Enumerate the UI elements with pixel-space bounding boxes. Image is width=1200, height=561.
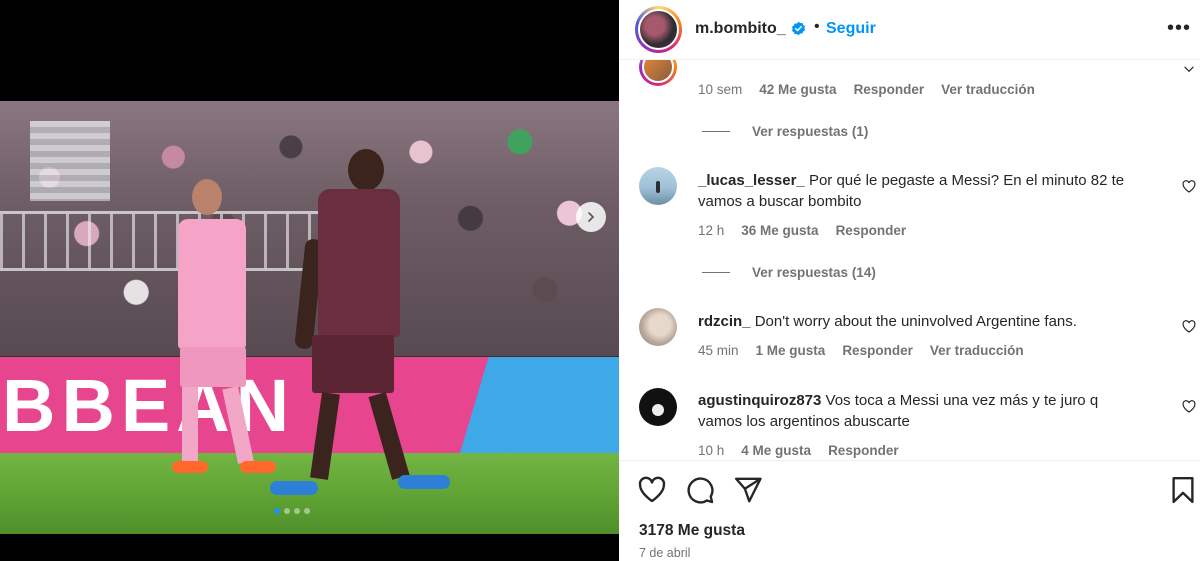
view-replies-button[interactable]: Ver respuestas (1)	[702, 124, 868, 139]
post-photo: BBEAN	[0, 101, 619, 534]
translate-button[interactable]: Ver traducción	[930, 343, 1024, 358]
translate-button[interactable]: Ver traducción	[941, 82, 1035, 97]
comments-list[interactable]: 10 sem 42 Me gusta Responder Ver traducc…	[619, 60, 1200, 460]
carousel-dot[interactable]	[284, 508, 290, 514]
reply-button[interactable]: Responder	[842, 343, 913, 358]
player-pink-kit	[160, 179, 276, 479]
author-username[interactable]: m.bombito_	[695, 20, 786, 38]
small-heart-icon[interactable]	[1182, 320, 1196, 333]
post-date[interactable]: 7 de abril	[639, 546, 690, 560]
small-heart-icon[interactable]	[1182, 400, 1196, 413]
comment-likes[interactable]: 1 Me gusta	[756, 343, 826, 358]
verified-badge-icon	[792, 21, 805, 36]
comment-body: agustinquiroz873 Vos toca a Messi una ve…	[698, 390, 1138, 432]
chevron-down-icon[interactable]	[1182, 63, 1196, 76]
comment-meta: 10 sem 42 Me gusta Responder Ver traducc…	[698, 82, 1035, 97]
comment-time: 45 min	[698, 343, 739, 358]
carousel-dot[interactable]	[294, 508, 300, 514]
carousel-dot[interactable]	[274, 508, 280, 514]
post-likes-count[interactable]: 3178 Me gusta	[639, 522, 745, 540]
stadium-steps	[30, 121, 110, 201]
comment-meta: 12 h 36 Me gusta Responder	[698, 223, 906, 238]
view-replies-label: Ver respuestas (1)	[752, 124, 869, 139]
post-action-bar	[619, 460, 1200, 516]
view-replies-button[interactable]: Ver respuestas (14)	[702, 265, 876, 280]
chevron-right-icon	[588, 212, 595, 222]
replies-line	[702, 131, 730, 132]
comment-likes[interactable]: 36 Me gusta	[741, 223, 818, 238]
comment-bubble-icon[interactable]	[685, 475, 715, 505]
comment-body: rdzcin_ Don't worry about the uninvolved…	[698, 311, 1138, 332]
comment-username[interactable]: rdzcin_	[698, 313, 751, 330]
comment-avatar[interactable]	[639, 308, 677, 346]
comment-meta: 10 h 4 Me gusta Responder	[698, 443, 899, 458]
comment-avatar[interactable]	[639, 167, 677, 205]
bookmark-icon[interactable]	[1168, 475, 1198, 505]
carousel-dots	[274, 508, 310, 514]
comment-username[interactable]: _lucas_lesser_	[698, 172, 805, 189]
more-options-button[interactable]: •••	[1167, 18, 1191, 38]
post-header: m.bombito_ • Seguir •••	[619, 0, 1200, 60]
replies-line	[702, 272, 730, 273]
carousel-next-button[interactable]	[576, 202, 606, 232]
paper-plane-icon[interactable]	[733, 475, 763, 505]
reply-button[interactable]: Responder	[828, 443, 899, 458]
comment-likes[interactable]: 42 Me gusta	[759, 82, 836, 97]
follow-button[interactable]: Seguir	[826, 20, 876, 38]
reply-button[interactable]: Responder	[854, 82, 925, 97]
comment-text: Don't worry about the uninvolved Argenti…	[754, 313, 1077, 330]
carousel-dot[interactable]	[304, 508, 310, 514]
comment-username[interactable]: agustinquiroz873	[698, 392, 821, 409]
author-avatar[interactable]	[635, 6, 682, 53]
comment-time: 10 sem	[698, 82, 743, 97]
post-media-pane: BBEAN	[0, 0, 619, 561]
comment-avatar[interactable]	[639, 60, 677, 86]
comment-avatar[interactable]	[639, 388, 677, 426]
heart-icon[interactable]	[637, 475, 667, 505]
comment-time: 12 h	[698, 223, 725, 238]
view-replies-label: Ver respuestas (14)	[752, 265, 876, 280]
comment-likes[interactable]: 4 Me gusta	[741, 443, 811, 458]
header-separator: •	[814, 18, 820, 35]
comment-meta: 45 min 1 Me gusta Responder Ver traducci…	[698, 343, 1024, 358]
reply-button[interactable]: Responder	[836, 223, 907, 238]
player-maroon-kit	[270, 149, 450, 495]
small-heart-icon[interactable]	[1182, 180, 1196, 193]
comment-time: 10 h	[698, 443, 725, 458]
post-side-panel: m.bombito_ • Seguir ••• 10 sem 42 Me gus…	[619, 0, 1200, 561]
comment-body: _lucas_lesser_ Por qué le pegaste a Mess…	[698, 170, 1138, 212]
